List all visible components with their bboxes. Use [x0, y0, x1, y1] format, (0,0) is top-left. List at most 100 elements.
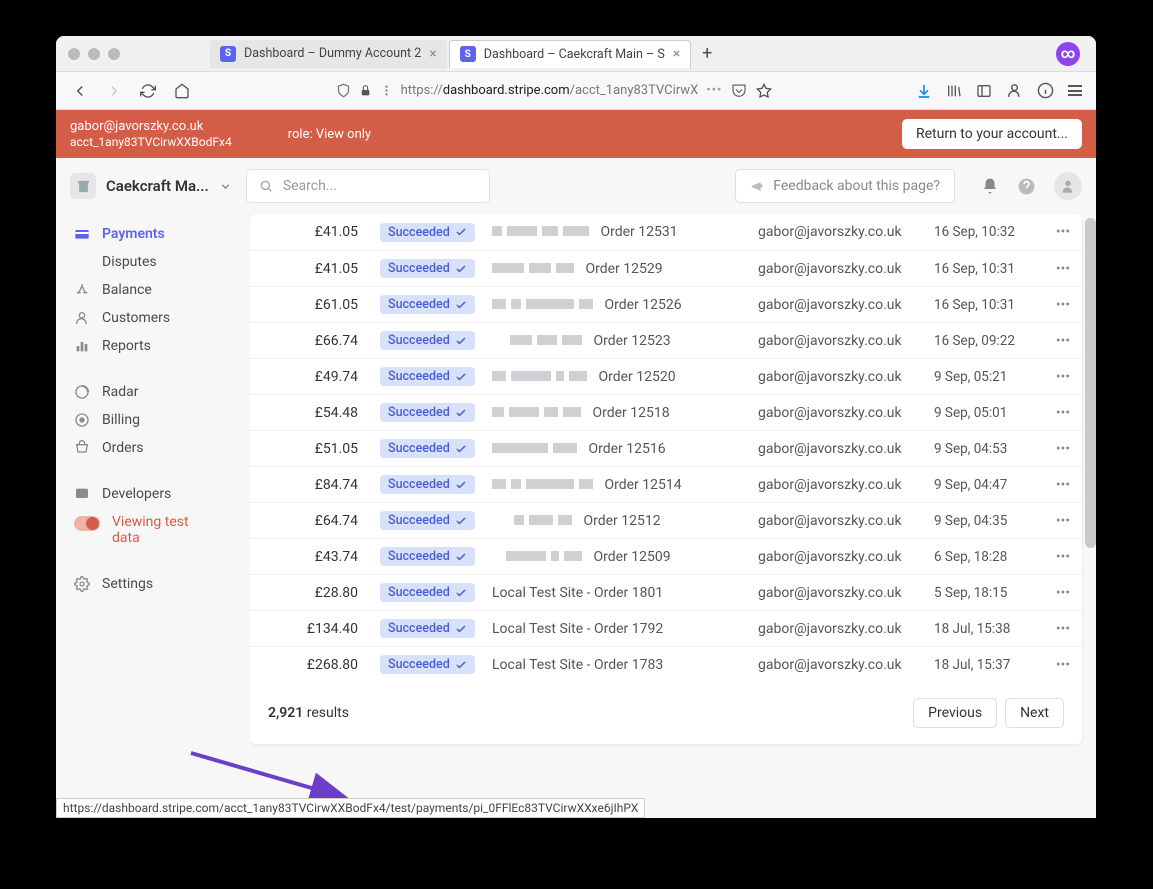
sidebar-item-test-mode[interactable]: Viewing test data [56, 508, 250, 552]
row-menu-button[interactable]: ••• [1044, 657, 1082, 673]
scrollbar[interactable] [1085, 218, 1096, 548]
row-menu-button[interactable]: ••• [1044, 405, 1082, 421]
browser-toolbar: https://dashboard.stripe.com/acct_1any83… [56, 72, 1096, 110]
amount-cell: £41.05 [250, 261, 380, 277]
search-icon [259, 179, 273, 193]
table-row[interactable]: £51.05 Succeeded Order 12516 gabor@javor… [250, 430, 1082, 466]
back-button[interactable] [70, 81, 90, 101]
bookmark-icon[interactable] [756, 83, 772, 99]
amount-cell: £51.05 [250, 441, 380, 457]
date-cell: 16 Sep, 09:22 [934, 333, 1044, 349]
description-cell: Order 12531 [492, 224, 758, 240]
row-menu-button[interactable]: ••• [1044, 513, 1082, 529]
balance-icon [74, 282, 90, 298]
row-menu-button[interactable]: ••• [1044, 369, 1082, 385]
pocket-icon[interactable] [730, 82, 748, 100]
redacted-text [514, 515, 572, 525]
payments-icon [74, 226, 90, 242]
table-row[interactable]: £43.74 Succeeded Order 12509 gabor@javor… [250, 538, 1082, 574]
user-avatar[interactable] [1054, 172, 1082, 200]
table-row[interactable]: £66.74 Succeeded Order 12523 gabor@javor… [250, 322, 1082, 358]
sidebar-item-balance[interactable]: Balance [56, 276, 250, 304]
return-to-account-button[interactable]: Return to your account... [902, 119, 1082, 149]
description-cell: Order 12518 [492, 405, 758, 421]
table-row[interactable]: £41.05 Succeeded Order 12529 gabor@javor… [250, 250, 1082, 286]
sidebar-button[interactable] [976, 83, 992, 99]
search-input[interactable]: Search... [246, 169, 490, 203]
row-menu-button[interactable]: ••• [1044, 621, 1082, 637]
row-menu-button[interactable]: ••• [1044, 585, 1082, 601]
window-controls[interactable] [68, 48, 120, 60]
sidebar-item-radar[interactable]: Radar [56, 378, 250, 406]
table-row[interactable]: £134.40 Succeeded Local Test Site - Orde… [250, 610, 1082, 646]
status-bar: https://dashboard.stripe.com/acct_1any83… [56, 798, 645, 818]
sidebar-item-developers[interactable]: Developers [56, 480, 250, 508]
status-cell: Succeeded [380, 619, 492, 638]
table-row[interactable]: £64.74 Succeeded Order 12512 gabor@javor… [250, 502, 1082, 538]
status-badge: Succeeded [380, 295, 475, 314]
library-button[interactable] [946, 83, 962, 99]
table-row[interactable]: £61.05 Succeeded Order 12526 gabor@javor… [250, 286, 1082, 322]
redacted-text [492, 407, 581, 417]
forward-button [104, 81, 124, 101]
previous-button[interactable]: Previous [913, 698, 997, 728]
close-icon[interactable]: × [673, 46, 680, 62]
next-button[interactable]: Next [1005, 698, 1064, 728]
downloads-button[interactable] [916, 83, 932, 99]
account-switcher[interactable]: Caekcraft Ma... [70, 173, 232, 199]
table-row[interactable]: £268.80 Succeeded Local Test Site - Orde… [250, 646, 1082, 682]
info-button[interactable] [1037, 82, 1054, 99]
feedback-button[interactable]: Feedback about this page? [735, 169, 955, 203]
description-cell: Order 12520 [492, 369, 758, 385]
row-menu-button[interactable]: ••• [1044, 549, 1082, 565]
status-cell: Succeeded [380, 331, 492, 350]
account-button[interactable] [1006, 82, 1023, 99]
sidebar-item-reports[interactable]: Reports [56, 332, 250, 360]
notifications-button[interactable] [981, 177, 999, 195]
radar-icon [74, 384, 90, 400]
sidebar-item-orders[interactable]: Orders [56, 434, 250, 462]
loom-icon[interactable]: ∞ [1056, 42, 1080, 66]
tab-active[interactable]: S Dashboard – Caekcraft Main – S × [449, 40, 691, 68]
reload-button[interactable] [138, 81, 158, 101]
description-cell: Order 12512 [492, 513, 758, 529]
description-cell: Order 12529 [492, 261, 758, 277]
table-row[interactable]: £54.48 Succeeded Order 12518 gabor@javor… [250, 394, 1082, 430]
sidebar-item-settings[interactable]: Settings [56, 570, 250, 598]
row-menu-button[interactable]: ••• [1044, 297, 1082, 313]
close-icon[interactable]: × [429, 46, 436, 62]
url-bar[interactable]: https://dashboard.stripe.com/acct_1any83… [206, 77, 902, 105]
sidebar-item-billing[interactable]: Billing [56, 406, 250, 434]
amount-cell: £28.80 [250, 585, 380, 601]
url-more-icon[interactable]: ••• [706, 83, 722, 98]
date-cell: 16 Sep, 10:32 [934, 224, 1044, 240]
status-badge: Succeeded [380, 619, 475, 638]
home-button[interactable] [172, 81, 192, 101]
test-mode-toggle[interactable] [74, 516, 100, 531]
row-menu-button[interactable]: ••• [1044, 224, 1082, 240]
table-row[interactable]: £41.05 Succeeded Order 12531 gabor@javor… [250, 214, 1082, 250]
table-row[interactable]: £49.74 Succeeded Order 12520 gabor@javor… [250, 358, 1082, 394]
status-badge: Succeeded [380, 403, 475, 422]
status-badge: Succeeded [380, 655, 475, 674]
sidebar-item-disputes[interactable]: Disputes [56, 248, 250, 276]
row-menu-button[interactable]: ••• [1044, 333, 1082, 349]
amount-cell: £49.74 [250, 369, 380, 385]
table-row[interactable]: £84.74 Succeeded Order 12514 gabor@javor… [250, 466, 1082, 502]
impersonated-role: role: View only [288, 127, 371, 142]
email-cell: gabor@javorszky.co.uk [758, 441, 934, 457]
tab-inactive[interactable]: S Dashboard – Dummy Account 2 × [210, 40, 447, 68]
sidebar-item-customers[interactable]: Customers [56, 304, 250, 332]
date-cell: 18 Jul, 15:38 [934, 621, 1044, 637]
sidebar-item-payments[interactable]: Payments [56, 220, 250, 248]
menu-button[interactable] [1068, 85, 1082, 96]
help-button[interactable] [1017, 177, 1036, 196]
date-cell: 9 Sep, 05:01 [934, 405, 1044, 421]
table-row[interactable]: £28.80 Succeeded Local Test Site - Order… [250, 574, 1082, 610]
email-cell: gabor@javorszky.co.uk [758, 297, 934, 313]
row-menu-button[interactable]: ••• [1044, 441, 1082, 457]
row-menu-button[interactable]: ••• [1044, 261, 1082, 277]
new-tab-button[interactable]: + [693, 40, 721, 68]
row-menu-button[interactable]: ••• [1044, 477, 1082, 493]
account-name: Caekcraft Ma... [106, 177, 209, 195]
